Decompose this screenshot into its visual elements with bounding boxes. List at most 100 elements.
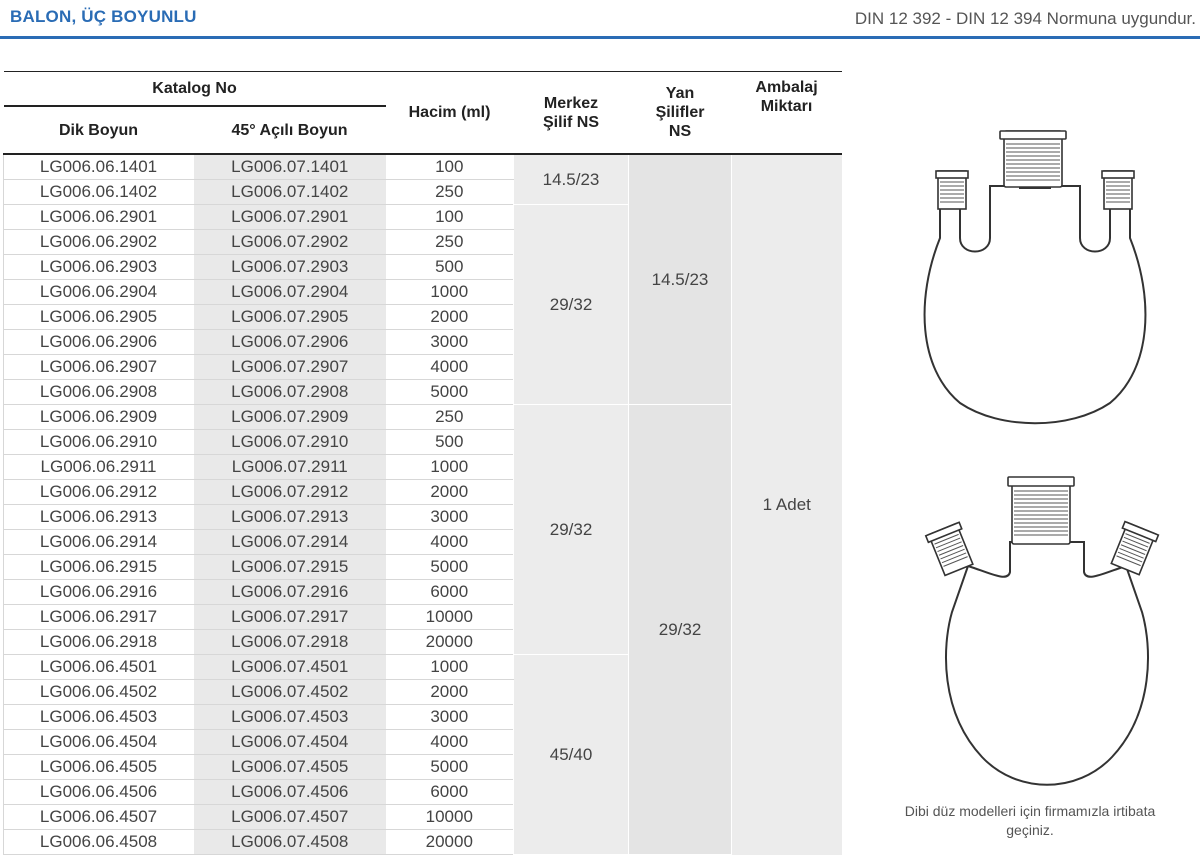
cell-dik-boyun: LG006.06.4508 <box>3 829 194 855</box>
cell-hacim: 6000 <box>385 579 514 605</box>
cell-dik-boyun: LG006.06.1401 <box>3 154 194 180</box>
table-header: Katalog No Hacim (ml) Merkez Şilif NS Ya… <box>3 71 842 155</box>
cell-hacim: 3000 <box>385 704 514 730</box>
cell-hacim: 250 <box>385 179 514 205</box>
cell-dik-boyun: LG006.06.2907 <box>3 354 194 380</box>
cell-dik-boyun: LG006.06.4503 <box>3 704 194 730</box>
cell-hacim: 20000 <box>385 829 514 855</box>
flask-straight-neck-drawing <box>923 130 1147 425</box>
cell-hacim: 4000 <box>385 729 514 755</box>
header-merkez-label: Merkez Şilif NS <box>543 94 600 131</box>
cell-hacim: 3000 <box>385 504 514 530</box>
cell-acili-boyun: LG006.07.2916 <box>192 579 386 605</box>
cell-hacim: 1000 <box>385 454 514 480</box>
cell-acili-boyun: LG006.07.4507 <box>192 804 386 830</box>
header-acili-boyun: 45° Açılı Boyun <box>193 106 386 155</box>
cell-hacim: 5000 <box>385 379 514 405</box>
cell-dik-boyun: LG006.06.2904 <box>3 279 194 305</box>
cell-hacim: 2000 <box>385 304 514 330</box>
header-yan-silifler: Yan Şilifler NS <box>628 71 732 155</box>
cell-dik-boyun: LG006.06.4504 <box>3 729 194 755</box>
cell-dik-boyun: LG006.06.4505 <box>3 754 194 780</box>
cell-acili-boyun: LG006.07.4503 <box>192 704 386 730</box>
cell-acili-boyun: LG006.07.1401 <box>192 154 386 180</box>
cell-dik-boyun: LG006.06.2909 <box>3 404 194 430</box>
header-katalog-no: Katalog No <box>3 71 386 107</box>
cell-yan-silifler: 29/32 <box>628 404 732 855</box>
cell-acili-boyun: LG006.07.2918 <box>192 629 386 655</box>
flask-angled-neck-drawing <box>924 476 1160 786</box>
cell-hacim: 1000 <box>385 279 514 305</box>
cell-hacim: 100 <box>385 154 514 180</box>
cell-dik-boyun: LG006.06.4501 <box>3 654 194 680</box>
table-row: LG006.06.2909 LG006.07.2909 250 29/32 29/32 <box>3 404 842 855</box>
header-ambalaj: Ambalaj Miktarı <box>731 71 842 155</box>
cell-hacim: 5000 <box>385 754 514 780</box>
cell-hacim: 4000 <box>385 529 514 555</box>
cell-merkez-silif: 29/32 <box>513 204 629 405</box>
cell-acili-boyun: LG006.07.4506 <box>192 779 386 805</box>
cell-dik-boyun: LG006.06.2916 <box>3 579 194 605</box>
cell-hacim: 500 <box>385 429 514 455</box>
header-hacim: Hacim (ml) <box>385 71 514 155</box>
cell-acili-boyun: LG006.07.4502 <box>192 679 386 705</box>
cell-merkez-silif: 45/40 <box>513 654 629 855</box>
cell-acili-boyun: LG006.07.2913 <box>192 504 386 530</box>
cell-acili-boyun: LG006.07.2906 <box>192 329 386 355</box>
table-row: LG006.06.1401 LG006.07.1401 100 14.5/23 14.5… <box>3 154 842 855</box>
cell-dik-boyun: LG006.06.2908 <box>3 379 194 405</box>
cell-acili-boyun: LG006.07.4508 <box>192 829 386 855</box>
cell-hacim: 10000 <box>385 804 514 830</box>
cell-hacim: 6000 <box>385 779 514 805</box>
page-header: BALON, ÜÇ BOYUNLU DIN 12 392 - DIN 12 39… <box>0 0 1200 40</box>
standard-note: DIN 12 392 - DIN 12 394 Normuna uygundur… <box>854 9 1196 28</box>
cell-acili-boyun: LG006.07.2903 <box>192 254 386 280</box>
cell-dik-boyun: LG006.06.4506 <box>3 779 194 805</box>
cell-merkez-silif: 29/32 <box>513 404 629 655</box>
table-body: LG006.06.1401 LG006.07.1401 100 14.5/23 14.5… <box>3 154 842 855</box>
cell-acili-boyun: LG006.07.2911 <box>192 454 386 480</box>
cell-acili-boyun: LG006.07.2907 <box>192 354 386 380</box>
cell-dik-boyun: LG006.06.2905 <box>3 304 194 330</box>
header-divider <box>0 36 1200 39</box>
cell-acili-boyun: LG006.07.2909 <box>192 404 386 430</box>
cell-acili-boyun: LG006.07.1402 <box>192 179 386 205</box>
cell-hacim: 250 <box>385 229 514 255</box>
header-merkez-silif: Merkez Şilif NS <box>513 71 629 155</box>
header-yan-label: Yan Şilifler NS <box>655 85 705 140</box>
cell-hacim: 3000 <box>385 329 514 355</box>
cell-acili-boyun: LG006.07.2912 <box>192 479 386 505</box>
cell-hacim: 100 <box>385 204 514 230</box>
cell-acili-boyun: LG006.07.2902 <box>192 229 386 255</box>
cell-acili-boyun: LG006.07.2901 <box>192 204 386 230</box>
cell-dik-boyun: LG006.06.1402 <box>3 179 194 205</box>
cell-dik-boyun: LG006.06.2918 <box>3 629 194 655</box>
cell-dik-boyun: LG006.06.4507 <box>3 804 194 830</box>
cell-ambalaj: 1 Adet <box>731 154 842 855</box>
product-table: Katalog No Hacim (ml) Merkez Şilif NS Ya… <box>3 71 842 855</box>
cell-acili-boyun: LG006.07.4504 <box>192 729 386 755</box>
cell-acili-boyun: LG006.07.4505 <box>192 754 386 780</box>
flat-bottom-note: Dibi düz modelleri için firmamızla irtib… <box>904 803 1156 838</box>
cell-acili-boyun: LG006.07.2905 <box>192 304 386 330</box>
cell-yan-silifler: 14.5/23 <box>628 154 732 405</box>
cell-dik-boyun: LG006.06.2912 <box>3 479 194 505</box>
cell-acili-boyun: LG006.07.2910 <box>192 429 386 455</box>
cell-hacim: 5000 <box>385 554 514 580</box>
cell-acili-boyun: LG006.07.2904 <box>192 279 386 305</box>
cell-acili-boyun: LG006.07.4501 <box>192 654 386 680</box>
cell-acili-boyun: LG006.07.2908 <box>192 379 386 405</box>
cell-dik-boyun: LG006.06.2903 <box>3 254 194 280</box>
page-title: BALON, ÜÇ BOYUNLU <box>10 7 197 26</box>
cell-hacim: 250 <box>385 404 514 430</box>
cell-hacim: 2000 <box>385 679 514 705</box>
cell-dik-boyun: LG006.06.2917 <box>3 604 194 630</box>
header-ambalaj-label: Ambalaj Miktarı <box>755 78 818 115</box>
cell-dik-boyun: LG006.06.2901 <box>3 204 194 230</box>
cell-hacim: 1000 <box>385 654 514 680</box>
cell-hacim: 2000 <box>385 479 514 505</box>
cell-hacim: 500 <box>385 254 514 280</box>
header-dik-boyun: Dik Boyun <box>3 106 194 155</box>
cell-dik-boyun: LG006.06.2902 <box>3 229 194 255</box>
cell-acili-boyun: LG006.07.2914 <box>192 529 386 555</box>
